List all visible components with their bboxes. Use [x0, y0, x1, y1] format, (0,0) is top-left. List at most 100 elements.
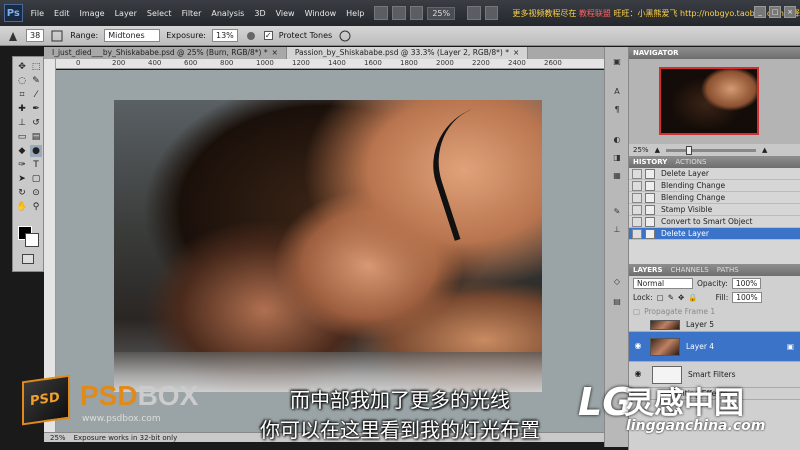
menu-3d[interactable]: 3D — [254, 9, 265, 18]
eyedropper-tool-icon[interactable]: ⁄ — [30, 89, 42, 101]
3d-panel-icon[interactable]: ◇ — [610, 277, 624, 289]
slider-knob[interactable] — [685, 145, 692, 155]
background-color-swatch[interactable] — [25, 233, 39, 247]
burn-tool-icon[interactable]: ● — [30, 145, 42, 157]
fill-input[interactable]: 100% — [732, 291, 762, 303]
history-item[interactable]: Convert to Smart Object — [629, 216, 800, 228]
brushes-panel-icon[interactable]: ✎ — [610, 207, 624, 219]
menu-select[interactable]: Select — [147, 9, 172, 18]
lock-transparency-icon[interactable]: ▢ — [657, 293, 664, 302]
navigator-zoom-value[interactable]: 25% — [633, 146, 649, 154]
menu-image[interactable]: Image — [80, 9, 105, 18]
healing-tool-icon[interactable]: ✚ — [16, 103, 28, 115]
eraser-tool-icon[interactable]: ▭ — [16, 131, 28, 143]
history-brush-source-icon[interactable] — [632, 192, 642, 203]
history-brush-source-icon[interactable] — [632, 228, 642, 239]
close-icon[interactable]: × — [272, 48, 278, 57]
zoom-level-select[interactable]: 25% — [427, 6, 456, 20]
menu-file[interactable]: File — [31, 9, 44, 18]
history-item[interactable]: Blending Change — [629, 180, 800, 192]
crop-tool-icon[interactable]: ⌗ — [16, 89, 28, 101]
navigator-header[interactable]: NAVIGATOR — [629, 47, 800, 59]
history-item[interactable]: Blending Change — [629, 192, 800, 204]
hand-tool-icon[interactable]: ✋ — [16, 201, 28, 213]
history-brush-source-icon[interactable] — [632, 168, 642, 179]
character-panel-icon[interactable]: A — [610, 87, 624, 99]
3d-camera-tool-icon[interactable]: ⊙ — [30, 187, 42, 199]
menu-layer[interactable]: Layer — [115, 9, 137, 18]
burn-tool-icon[interactable] — [6, 29, 20, 43]
tab-layers[interactable]: LAYERS — [633, 266, 663, 274]
minimize-button[interactable]: _ — [754, 6, 766, 18]
layer-row-selected[interactable]: ◉ Layer 4 ▣ — [629, 332, 800, 362]
blur-tool-icon[interactable]: ◆ — [16, 145, 28, 157]
history-item-selected[interactable]: Delete Layer — [629, 228, 800, 240]
brush-size-picker[interactable]: 38 — [26, 29, 45, 42]
eye-icon[interactable]: ◉ — [632, 341, 644, 353]
close-icon[interactable]: × — [513, 48, 519, 57]
pressure-icon[interactable] — [338, 29, 352, 43]
swatches-panel-icon[interactable]: ▤ — [610, 297, 624, 309]
clone-source-panel-icon[interactable]: ⊥ — [610, 225, 624, 237]
bridge-button[interactable] — [374, 6, 389, 20]
pen-tool-icon[interactable]: ✑ — [16, 159, 28, 171]
navigator-thumbnail[interactable] — [659, 67, 759, 135]
brush-panel-icon[interactable] — [50, 29, 64, 43]
zoom-tool-icon[interactable]: ⚲ — [30, 201, 42, 213]
marquee-tool-icon[interactable]: ⬚ — [30, 61, 42, 73]
quick-select-tool-icon[interactable]: ✎ — [30, 75, 42, 87]
menu-filter[interactable]: Filter — [182, 9, 202, 18]
menu-window[interactable]: Window — [305, 9, 337, 18]
clone-stamp-tool-icon[interactable]: ⊥ — [16, 117, 28, 129]
move-tool-icon[interactable]: ✥ — [16, 61, 28, 73]
masks-panel-icon[interactable]: ◨ — [610, 153, 624, 165]
history-brush-source-icon[interactable] — [632, 180, 642, 191]
history-brush-tool-icon[interactable]: ↺ — [30, 117, 42, 129]
paragraph-panel-icon[interactable]: ¶ — [610, 105, 624, 117]
blend-mode-select[interactable]: Normal — [633, 277, 693, 289]
document-image[interactable] — [114, 100, 542, 392]
extras-button[interactable] — [409, 6, 424, 20]
type-tool-icon[interactable]: T — [30, 159, 42, 171]
tab-history[interactable]: HISTORY — [633, 158, 667, 166]
path-select-tool-icon[interactable]: ➤ — [16, 173, 28, 185]
arrange-button[interactable] — [484, 6, 499, 20]
menu-analysis[interactable]: Analysis — [211, 9, 244, 18]
navigator-zoom-slider[interactable] — [665, 145, 756, 155]
lock-all-icon[interactable]: 🔒 — [688, 293, 697, 302]
propagate-frame-checkbox[interactable]: ▢ — [633, 307, 640, 316]
maximize-button[interactable]: □ — [769, 6, 781, 18]
history-brush-source-icon[interactable] — [632, 204, 642, 215]
adjustments-panel-icon[interactable]: ◐ — [610, 135, 624, 147]
3d-rotate-tool-icon[interactable]: ↻ — [16, 187, 28, 199]
tab-paths[interactable]: PATHS — [717, 266, 739, 274]
history-brush-source-icon[interactable] — [632, 216, 642, 227]
tab-actions[interactable]: ACTIONS — [675, 158, 706, 166]
minibridge-button[interactable] — [392, 6, 406, 20]
zoom-out-icon[interactable]: ▲ — [655, 146, 660, 154]
lasso-tool-icon[interactable]: ◌ — [16, 75, 28, 87]
brush-tool-icon[interactable]: ✒ — [30, 103, 42, 115]
lock-pixels-icon[interactable]: ✎ — [668, 293, 674, 302]
eye-icon[interactable] — [632, 319, 644, 331]
tab-channels[interactable]: CHANNELS — [671, 266, 709, 274]
hand-tool-button[interactable] — [467, 6, 481, 20]
opacity-input[interactable]: 100% — [731, 277, 762, 289]
menu-help[interactable]: Help — [346, 9, 364, 18]
shape-tool-icon[interactable]: ▢ — [30, 173, 42, 185]
styles-panel-icon[interactable]: ▦ — [610, 171, 624, 183]
history-item[interactable]: Stamp Visible — [629, 204, 800, 216]
range-select[interactable]: Midtones — [104, 29, 161, 42]
history-item[interactable]: Delete Layer — [629, 168, 800, 180]
panel-toggle-icon[interactable]: ▣ — [610, 57, 624, 69]
gradient-tool-icon[interactable]: ▤ — [30, 131, 42, 143]
quick-mask-icon[interactable] — [22, 254, 34, 264]
tab-document-1[interactable]: I_just_died___by_Shiskababe.psd @ 25% (B… — [44, 47, 287, 59]
layer-row[interactable]: Layer 5 — [629, 318, 800, 332]
menu-edit[interactable]: Edit — [54, 9, 70, 18]
zoom-in-icon[interactable]: ▲ — [762, 146, 767, 154]
tab-document-2[interactable]: Passion_by_Shiskababe.psd @ 33.3% (Layer… — [286, 47, 529, 59]
airbrush-icon[interactable] — [244, 29, 258, 43]
menu-view[interactable]: View — [276, 9, 295, 18]
close-button[interactable]: × — [784, 6, 796, 18]
